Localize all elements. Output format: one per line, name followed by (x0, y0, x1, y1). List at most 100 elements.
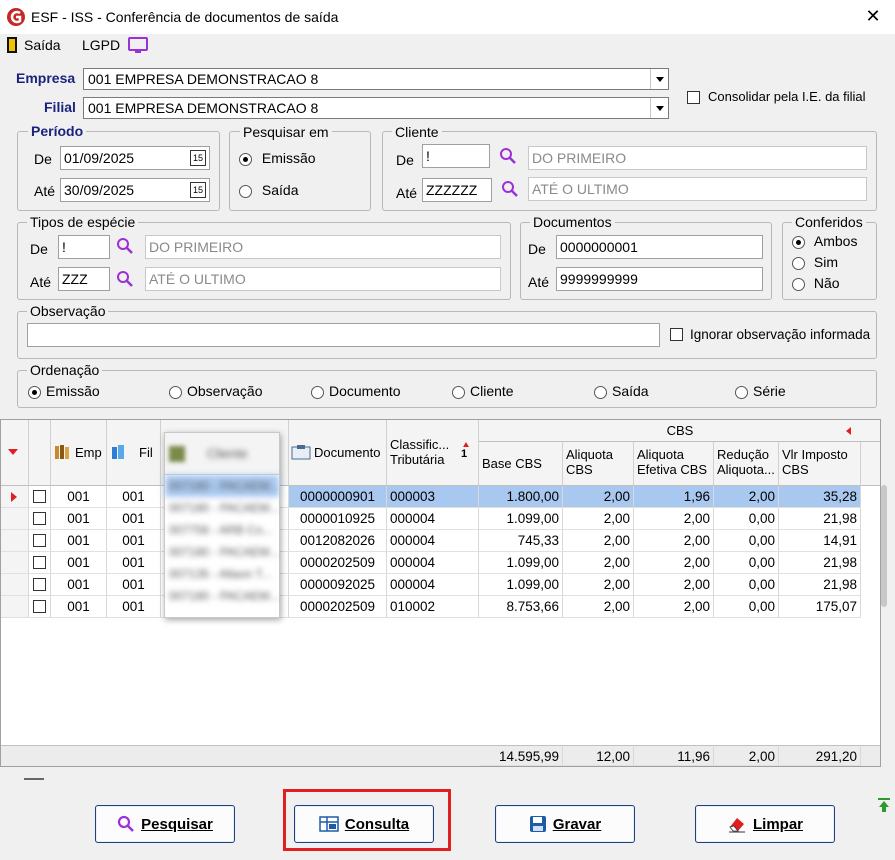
row-checkbox[interactable] (29, 486, 51, 508)
row-indicator[interactable] (1, 530, 29, 552)
radio-saida[interactable]: Saída (239, 182, 298, 198)
ordenacao-saida[interactable]: Saída (594, 383, 649, 399)
header-overflow-col[interactable] (861, 442, 880, 486)
cell-documento: 0012082026 (289, 530, 387, 552)
cell-red: 0,00 (714, 596, 779, 618)
ordenacao-cliente[interactable]: Cliente (452, 383, 514, 399)
checkbox[interactable] (33, 512, 46, 525)
cell-fil: 001 (107, 486, 161, 508)
row-checkbox[interactable] (29, 530, 51, 552)
filter-arrow-icon[interactable] (8, 449, 18, 455)
empresa-select[interactable]: 001 EMPRESA DEMONSTRACAO 8 (83, 68, 669, 90)
header-fil[interactable]: Fil (107, 420, 161, 486)
header-vlr-line1: Vlr Imposto (782, 447, 848, 462)
row-checkbox[interactable] (29, 596, 51, 618)
vertical-scrollbar-thumb[interactable] (881, 485, 887, 607)
row-indicator[interactable] (1, 552, 29, 574)
search-icon[interactable] (501, 180, 519, 198)
chevron-down-icon[interactable] (650, 98, 668, 118)
sort-up-icon[interactable] (463, 442, 469, 447)
radio-dot[interactable] (28, 385, 41, 399)
header-indicator-col[interactable] (1, 420, 29, 486)
search-icon[interactable] (116, 237, 134, 255)
ordenacao-emissao[interactable]: Emissão (28, 383, 100, 399)
popup-cliente-cell: 007756 - ARB Co... (169, 523, 273, 537)
row-indicator[interactable] (1, 574, 29, 596)
search-icon[interactable] (499, 147, 517, 165)
radio-nao-label: Não (813, 275, 840, 291)
ordenacao-title: Ordenação (27, 362, 103, 378)
header-aliquota-cbs[interactable]: Aliquota CBS (563, 442, 634, 486)
checkbox[interactable] (33, 534, 46, 547)
radio-dot[interactable] (169, 385, 182, 399)
radio-dot[interactable] (792, 235, 805, 249)
cliente-de-code[interactable]: ! (422, 144, 490, 168)
row-checkbox[interactable] (29, 574, 51, 596)
header-check-col[interactable] (29, 420, 51, 486)
radio-dot[interactable] (594, 385, 607, 399)
chevron-down-icon[interactable] (650, 69, 668, 89)
radio-emissao[interactable]: Emissão (239, 150, 316, 166)
splitter-handle[interactable] (24, 778, 44, 780)
periodo-de-input[interactable]: 01/09/2025 15 (60, 146, 210, 170)
calendar-icon[interactable]: 15 (190, 150, 206, 166)
consulta-button[interactable]: Consulta (294, 805, 434, 843)
total-vlr: 291,20 (779, 745, 861, 766)
header-base-cbs[interactable]: Base CBS (479, 442, 563, 486)
header-aliq-line1: Aliquota (566, 447, 613, 462)
gravar-button[interactable]: Gravar (495, 805, 635, 843)
documentos-ate-input[interactable]: 9999999999 (556, 267, 763, 291)
header-aliquota-efetiva[interactable]: Aliquota Efetiva CBS (634, 442, 714, 486)
tipos-ate-code[interactable]: ZZZ (58, 267, 110, 291)
radio-nao[interactable]: Não (792, 275, 840, 291)
ordenacao-serie[interactable]: Série (735, 383, 786, 399)
ordenacao-observacao[interactable]: Observação (169, 383, 262, 399)
radio-dot[interactable] (311, 385, 324, 399)
row-indicator[interactable] (1, 486, 29, 508)
checkbox[interactable] (33, 578, 46, 591)
monitor-icon[interactable] (128, 37, 148, 55)
saida-menu[interactable]: Saída (24, 37, 61, 53)
observacao-input[interactable] (27, 323, 660, 347)
documentos-de-input[interactable]: 0000000001 (556, 235, 763, 259)
ordenacao-documento[interactable]: Documento (311, 383, 401, 399)
row-checkbox[interactable] (29, 552, 51, 574)
radio-dot[interactable] (239, 184, 252, 198)
filial-select[interactable]: 001 EMPRESA DEMONSTRACAO 8 (83, 97, 669, 119)
radio-ambos[interactable]: Ambos (792, 233, 857, 249)
header-reducao[interactable]: Redução Aliquota... (714, 442, 779, 486)
ordenacao-serie-label: Série (753, 383, 786, 399)
header-vlr-imposto[interactable]: Vlr Imposto CBS (779, 442, 861, 486)
radio-dot[interactable] (452, 385, 465, 399)
arrow-up-icon[interactable] (877, 797, 891, 813)
cell-emp: 001 (51, 508, 107, 530)
header-emp[interactable]: Emp (51, 420, 107, 486)
row-indicator[interactable] (1, 508, 29, 530)
cliente-ate-code[interactable]: ZZZZZZ (422, 178, 492, 202)
radio-dot[interactable] (792, 277, 805, 291)
close-button[interactable]: ✕ (862, 6, 884, 27)
periodo-ate-input[interactable]: 30/09/2025 15 (60, 178, 210, 202)
lgpd-menu[interactable]: LGPD (82, 37, 120, 53)
tipos-de-code[interactable]: ! (58, 235, 110, 259)
row-indicator[interactable] (1, 596, 29, 618)
calendar-icon[interactable]: 15 (190, 182, 206, 198)
consolidar-checkbox[interactable] (687, 91, 700, 104)
checkbox[interactable] (33, 600, 46, 613)
checkbox[interactable] (33, 556, 46, 569)
documentos-de-label: De (528, 241, 546, 257)
pesquisar-button[interactable]: Pesquisar (95, 805, 235, 843)
search-icon[interactable] (116, 270, 134, 288)
collapse-left-icon[interactable] (846, 427, 851, 435)
row-checkbox[interactable] (29, 508, 51, 530)
radio-dot[interactable] (735, 385, 748, 399)
header-classificacao[interactable]: Classific... Tributária 1 (387, 420, 479, 486)
radio-sim[interactable]: Sim (792, 254, 838, 270)
checkbox[interactable] (33, 490, 46, 503)
radio-dot[interactable] (792, 256, 805, 270)
ignorar-observacao-checkbox[interactable] (670, 328, 683, 341)
header-documento[interactable]: Documento (289, 420, 387, 486)
radio-dot[interactable] (239, 152, 252, 166)
limpar-button[interactable]: Limpar (695, 805, 835, 843)
cell-red: 2,00 (714, 486, 779, 508)
